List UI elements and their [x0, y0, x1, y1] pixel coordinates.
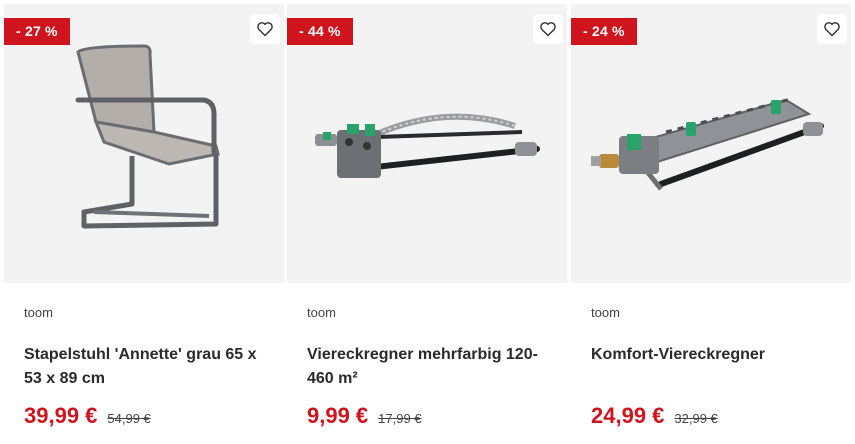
product-info: toom Komfort-Viereckregner 24,99 € 32,99…	[571, 305, 851, 429]
wishlist-button[interactable]	[817, 14, 847, 44]
product-brand: toom	[307, 305, 336, 320]
discount-badge: - 44 %	[287, 18, 353, 45]
product-card[interactable]: - 24 % toom Komfort-Viereckregner 24,99 …	[571, 4, 851, 444]
product-info: toom Viereckregner mehrfarbig 120-460 m²…	[287, 305, 567, 429]
product-title[interactable]: Viereckregner mehrfarbig 120-460 m²	[307, 343, 547, 391]
current-price: 9,99 €	[307, 403, 369, 428]
product-image-area[interactable]: - 27 %	[4, 4, 284, 283]
old-price: 32,99 €	[674, 411, 718, 426]
old-price: 17,99 €	[378, 411, 422, 426]
heart-outline-icon	[257, 22, 273, 37]
chair-image	[75, 44, 220, 229]
product-image-area[interactable]: - 24 %	[571, 4, 851, 283]
discount-badge: - 27 %	[4, 18, 70, 45]
product-info: toom Stapelstuhl 'Annette' grau 65 x 53 …	[4, 305, 284, 429]
comfort-sprinkler-image	[591, 97, 824, 191]
wishlist-button[interactable]	[533, 14, 563, 44]
product-title[interactable]: Stapelstuhl 'Annette' grau 65 x 53 x 89 …	[24, 343, 264, 391]
heart-outline-icon	[824, 22, 840, 37]
product-image-area[interactable]: - 44 %	[287, 4, 567, 283]
product-card[interactable]: - 27 % toom Stapelstuhl 'Annette' grau 6…	[4, 4, 284, 444]
wishlist-button[interactable]	[250, 14, 280, 44]
heart-outline-icon	[540, 22, 556, 37]
product-title[interactable]: Komfort-Viereckregner	[591, 343, 831, 391]
price-row: 9,99 € 17,99 €	[307, 403, 547, 429]
current-price: 24,99 €	[591, 403, 665, 428]
old-price: 54,99 €	[107, 411, 151, 426]
current-price: 39,99 €	[24, 403, 98, 428]
discount-badge: - 24 %	[571, 18, 637, 45]
product-brand: toom	[591, 305, 620, 320]
price-row: 24,99 € 32,99 €	[591, 403, 831, 429]
product-grid: - 27 % toom Stapelstuhl 'Annette' grau 6…	[0, 0, 855, 444]
price-row: 39,99 € 54,99 €	[24, 403, 264, 429]
product-brand: toom	[24, 305, 53, 320]
product-card[interactable]: - 44 % toom Viereckregner mehrfarbig 120…	[287, 4, 567, 444]
sprinkler-image	[315, 113, 540, 178]
